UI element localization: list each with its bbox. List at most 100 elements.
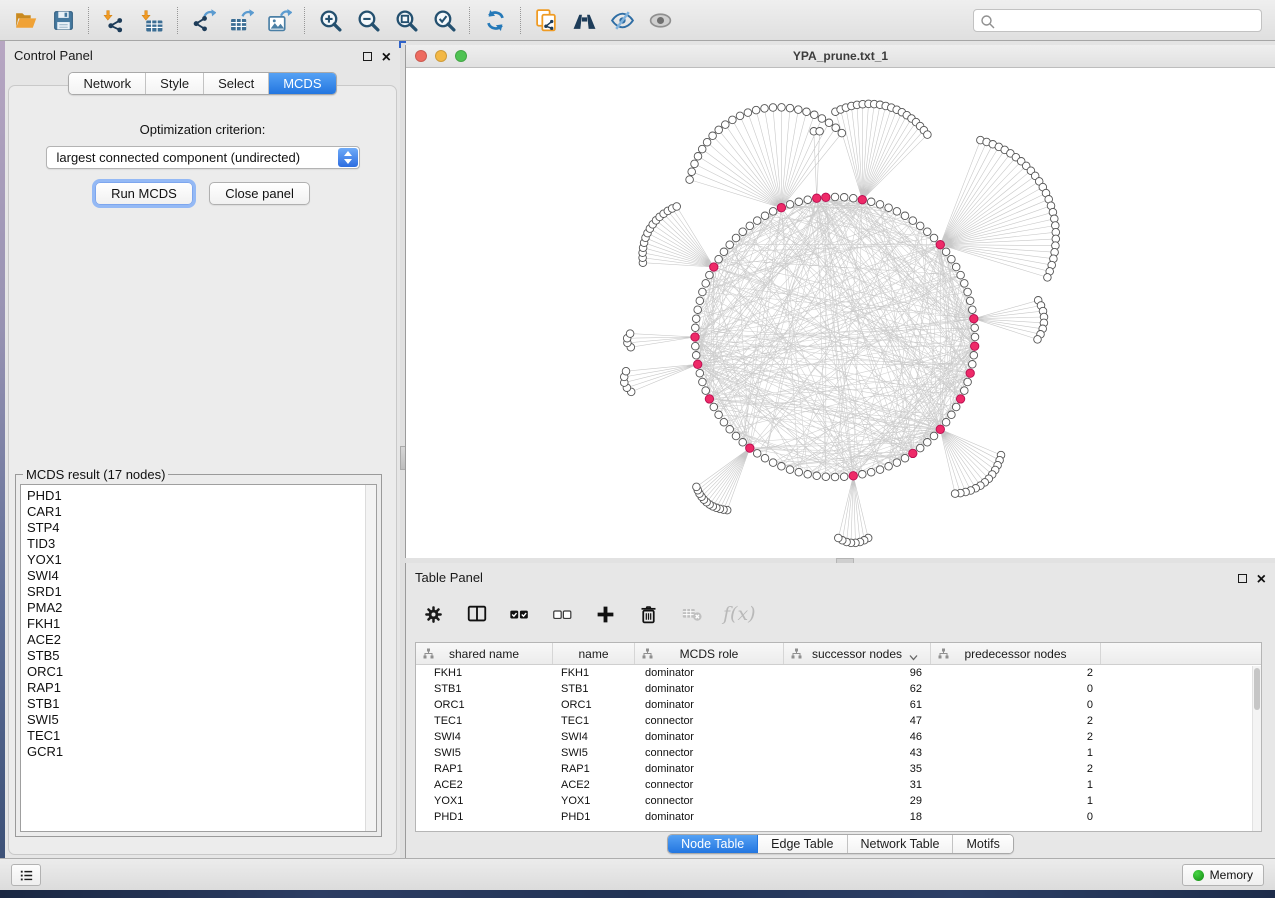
network-node[interactable] [859, 471, 867, 479]
network-node[interactable] [744, 109, 752, 117]
mcds-hub-node[interactable] [971, 342, 979, 350]
network-node[interactable] [688, 168, 696, 176]
mcds-result-item[interactable]: FKH1 [27, 616, 376, 632]
mcds-result-item[interactable]: SWI4 [27, 568, 376, 584]
network-node[interactable] [850, 194, 858, 202]
network-node[interactable] [722, 121, 730, 129]
network-node[interactable] [961, 387, 969, 395]
import-network-button[interactable] [97, 3, 131, 37]
network-node[interactable] [838, 129, 846, 137]
network-node[interactable] [691, 160, 699, 168]
column-header[interactable]: predecessor nodes [931, 643, 1101, 664]
mcds-result-item[interactable]: ACE2 [27, 632, 376, 648]
table-scrollbar-thumb[interactable] [1254, 668, 1260, 710]
network-node[interactable] [778, 104, 786, 112]
network-node[interactable] [706, 271, 714, 279]
network-node[interactable] [804, 471, 812, 479]
mcds-list-scrollbar[interactable] [365, 485, 376, 831]
mcds-result-item[interactable]: PMA2 [27, 600, 376, 616]
mcds-hub-node[interactable] [936, 425, 944, 433]
network-node[interactable] [786, 104, 794, 112]
network-node[interactable] [732, 432, 740, 440]
close-table-panel-button[interactable]: × [1257, 574, 1266, 585]
add-row-button[interactable] [594, 603, 617, 626]
mcds-hub-node[interactable] [822, 193, 830, 201]
network-node[interactable] [957, 271, 965, 279]
tab-network[interactable]: Network [69, 73, 146, 94]
first-neighbors-button[interactable] [567, 3, 601, 37]
tab-select[interactable]: Select [204, 73, 269, 94]
mcds-result-item[interactable]: STB5 [27, 648, 376, 664]
network-node[interactable] [951, 490, 959, 498]
zoom-selected-button[interactable] [427, 3, 461, 37]
export-image-button[interactable] [262, 3, 296, 37]
network-node[interactable] [702, 280, 710, 288]
run-mcds-button[interactable]: Run MCDS [95, 182, 193, 205]
network-node[interactable] [693, 483, 701, 491]
network-node[interactable] [924, 131, 932, 139]
network-node[interactable] [1044, 274, 1052, 282]
network-node[interactable] [901, 454, 909, 462]
mcds-hub-node[interactable] [705, 395, 713, 403]
table-row[interactable]: TEC1TEC1connector472 [416, 713, 1261, 729]
network-node[interactable] [964, 288, 972, 296]
network-node[interactable] [715, 411, 723, 419]
mcds-hub-node[interactable] [691, 333, 699, 341]
deselect-all-button[interactable] [551, 603, 574, 626]
network-node[interactable] [924, 228, 932, 236]
network-node[interactable] [720, 418, 728, 426]
network-node[interactable] [795, 198, 803, 206]
network-node[interactable] [952, 263, 960, 271]
network-node[interactable] [876, 466, 884, 474]
network-node[interactable] [769, 459, 777, 467]
network-node[interactable] [909, 217, 917, 225]
network-node[interactable] [832, 124, 840, 132]
tab-style[interactable]: Style [146, 73, 204, 94]
mcds-hub-node[interactable] [966, 369, 974, 377]
table-row[interactable]: ORC1ORC1dominator610 [416, 697, 1261, 713]
import-table-button[interactable] [135, 3, 169, 37]
tab-node-table[interactable]: Node Table [668, 835, 758, 853]
optimization-criterion-select[interactable]: largest connected component (undirected) [46, 146, 360, 169]
mcds-hub-node[interactable] [858, 196, 866, 204]
network-node[interactable] [893, 208, 901, 216]
mcds-result-item[interactable]: STP4 [27, 520, 376, 536]
network-node[interactable] [795, 468, 803, 476]
column-header[interactable]: shared name [416, 643, 553, 664]
zoom-out-button[interactable] [351, 3, 385, 37]
mcds-result-item[interactable]: PHD1 [27, 488, 376, 504]
network-node[interactable] [867, 198, 875, 206]
network-node[interactable] [769, 104, 777, 112]
network-node[interactable] [948, 411, 956, 419]
network-node[interactable] [835, 534, 843, 542]
network-node[interactable] [696, 369, 704, 377]
select-all-button[interactable] [508, 603, 531, 626]
mcds-hub-node[interactable] [936, 241, 944, 249]
network-node[interactable] [795, 106, 803, 114]
network-node[interactable] [885, 463, 893, 471]
network-node[interactable] [732, 234, 740, 242]
network-node[interactable] [840, 473, 848, 481]
network-node[interactable] [901, 212, 909, 220]
mcds-hub-node[interactable] [746, 444, 754, 452]
network-node[interactable] [696, 297, 704, 305]
network-node[interactable] [698, 145, 706, 153]
network-node[interactable] [893, 459, 901, 467]
network-node[interactable] [916, 222, 924, 230]
table-row[interactable]: PHD1PHD1dominator180 [416, 809, 1261, 825]
network-node[interactable] [739, 439, 747, 447]
mcds-hub-node[interactable] [813, 194, 821, 202]
refresh-view-button[interactable] [478, 3, 512, 37]
network-node[interactable] [942, 248, 950, 256]
network-node[interactable] [761, 105, 769, 113]
network-node[interactable] [686, 176, 694, 184]
delete-row-button[interactable] [637, 603, 660, 626]
close-window-traffic-light[interactable] [415, 50, 427, 62]
network-node[interactable] [811, 111, 819, 119]
export-table-button[interactable] [224, 3, 258, 37]
column-header[interactable]: name [553, 643, 635, 664]
mcds-result-item[interactable]: YOX1 [27, 552, 376, 568]
network-node[interactable] [699, 288, 707, 296]
network-node[interactable] [709, 132, 717, 140]
mcds-result-item[interactable]: CAR1 [27, 504, 376, 520]
